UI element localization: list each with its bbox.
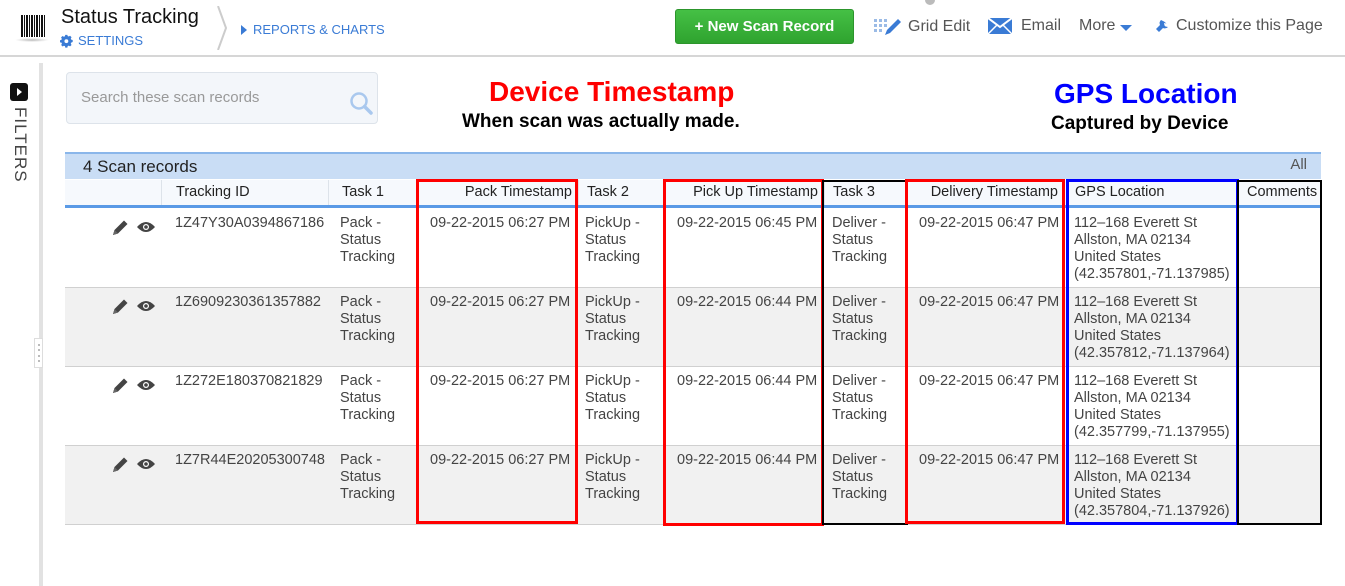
column-header-task-1[interactable]: Task 1: [328, 180, 416, 205]
delivery-timestamp-cell: 09-22-2015 06:47 PM: [919, 215, 1060, 231]
tracking-id-cell[interactable]: 1Z6909230361357882: [175, 294, 321, 311]
email-button[interactable]: Email: [988, 17, 1061, 35]
gear-icon: [60, 34, 73, 48]
grid-header-row: Tracking ID Task 1 Pack Timestamp Task 2…: [65, 180, 1321, 208]
column-header-task-2[interactable]: Task 2: [578, 180, 664, 205]
expand-play-icon: [10, 83, 28, 101]
column-header-task-3[interactable]: Task 3: [824, 180, 906, 205]
tracking-id-cell[interactable]: 1Z47Y30A0394867186: [175, 215, 324, 232]
task-2-cell: PickUp - Status Tracking: [585, 215, 641, 265]
gps-location-cell: 112–168 Everett St Allston, MA 02134 Uni…: [1074, 373, 1230, 440]
pencil-icon[interactable]: [112, 219, 129, 236]
search-icon[interactable]: [348, 90, 374, 116]
column-header-pickup-timestamp[interactable]: Pick Up Timestamp: [664, 180, 824, 205]
task-3-cell: Deliver - Status Tracking: [832, 373, 888, 423]
task-1-cell: Pack - Status Tracking: [340, 215, 396, 265]
new-scan-record-button[interactable]: + New Scan Record: [675, 9, 854, 44]
breadcrumb-divider: [217, 6, 228, 50]
app-title: Status Tracking: [61, 6, 199, 28]
task-2-cell: PickUp - Status Tracking: [585, 452, 641, 502]
task-1-cell: Pack - Status Tracking: [340, 294, 396, 344]
column-header-comments[interactable]: Comments: [1238, 180, 1321, 205]
tracking-id-cell[interactable]: 1Z7R44E20205300748: [175, 452, 325, 469]
pack-timestamp-cell: 09-22-2015 06:27 PM: [430, 373, 571, 389]
eye-icon[interactable]: [137, 221, 155, 233]
gps-location-cell: 112–168 Everett St Allston, MA 02134 Uni…: [1074, 294, 1230, 361]
sidebar-resize-handle[interactable]: [34, 338, 43, 368]
filters-label: FILTERS: [11, 107, 30, 183]
table-row: 1Z7R44E20205300748 Pack - Status Trackin…: [65, 446, 1321, 525]
gps-location-annotation-title: GPS Location: [1054, 78, 1238, 109]
envelope-icon: [988, 18, 1012, 34]
table-row: 1Z6909230361357882 Pack - Status Trackin…: [65, 288, 1321, 367]
sidebar-rail: [39, 63, 43, 586]
pickup-timestamp-cell: 09-22-2015 06:44 PM: [677, 373, 818, 389]
reports-label: REPORTS & CHARTS: [253, 22, 385, 37]
email-label: Email: [1021, 17, 1062, 34]
eye-icon[interactable]: [137, 300, 155, 312]
task-3-cell: Deliver - Status Tracking: [832, 215, 888, 265]
eye-icon[interactable]: [137, 379, 155, 391]
task-2-cell: PickUp - Status Tracking: [585, 294, 641, 344]
task-1-cell: Pack - Status Tracking: [340, 373, 396, 423]
pack-timestamp-cell: 09-22-2015 06:27 PM: [430, 215, 571, 231]
pickup-timestamp-cell: 09-22-2015 06:44 PM: [677, 294, 818, 310]
column-header-gps-location[interactable]: GPS Location: [1064, 180, 1238, 205]
records-count: 4 Scan records: [83, 157, 198, 176]
pin-indicator: [925, 0, 935, 5]
table-row: 1Z272E180370821829 Pack - Status Trackin…: [65, 367, 1321, 446]
device-timestamp-annotation-subtitle: When scan was actually made.: [462, 111, 740, 132]
grid-edit-icon: [874, 19, 901, 35]
column-header-actions: [65, 180, 161, 205]
column-header-tracking-id[interactable]: Tracking ID: [161, 180, 328, 205]
column-header-delivery-timestamp[interactable]: Delivery Timestamp: [906, 180, 1064, 205]
delivery-timestamp-cell: 09-22-2015 06:47 PM: [919, 373, 1060, 389]
tracking-id-cell[interactable]: 1Z272E180370821829: [175, 373, 323, 390]
chevron-down-icon: [1120, 24, 1133, 31]
pickup-timestamp-cell: 09-22-2015 06:45 PM: [677, 215, 818, 231]
column-header-pack-timestamp[interactable]: Pack Timestamp: [416, 180, 578, 205]
caret-right-icon: [241, 24, 247, 35]
barcode-icon: [21, 15, 45, 37]
delivery-timestamp-cell: 09-22-2015 06:47 PM: [919, 294, 1060, 310]
show-all-link[interactable]: All: [1290, 156, 1307, 173]
eye-icon[interactable]: [137, 458, 155, 470]
table-row: 1Z47Y30A0394867186 Pack - Status Trackin…: [65, 209, 1321, 288]
gps-location-cell: 112–168 Everett St Allston, MA 02134 Uni…: [1074, 215, 1230, 282]
delivery-timestamp-cell: 09-22-2015 06:47 PM: [919, 452, 1060, 468]
search-input[interactable]: [81, 89, 341, 106]
top-header: Status Tracking SETTINGS REPORTS & CHART…: [0, 0, 1345, 57]
wrench-icon: [1156, 20, 1168, 32]
gps-location-cell: 112–168 Everett St Allston, MA 02134 Uni…: [1074, 452, 1230, 519]
pencil-icon[interactable]: [112, 377, 129, 394]
customize-page-button[interactable]: Customize this Page: [1153, 17, 1323, 35]
reports-charts-link[interactable]: REPORTS & CHARTS: [241, 22, 385, 37]
settings-label: SETTINGS: [78, 33, 144, 48]
more-label: More: [1079, 17, 1116, 34]
customize-label: Customize this Page: [1176, 17, 1323, 34]
pickup-timestamp-cell: 09-22-2015 06:44 PM: [677, 452, 818, 468]
gps-location-annotation-subtitle: Captured by Device: [1051, 113, 1229, 134]
pencil-icon[interactable]: [112, 456, 129, 473]
task-3-cell: Deliver - Status Tracking: [832, 452, 888, 502]
pack-timestamp-cell: 09-22-2015 06:27 PM: [430, 452, 571, 468]
grid-edit-label: Grid Edit: [908, 18, 971, 35]
device-timestamp-annotation-title: Device Timestamp: [489, 76, 735, 107]
task-1-cell: Pack - Status Tracking: [340, 452, 396, 502]
more-dropdown[interactable]: More: [1079, 17, 1133, 35]
grid-edit-button[interactable]: Grid Edit: [873, 17, 970, 37]
pack-timestamp-cell: 09-22-2015 06:27 PM: [430, 294, 571, 310]
records-summary-bar: 4 Scan records All: [65, 152, 1321, 179]
pencil-icon[interactable]: [112, 298, 129, 315]
filters-panel-toggle[interactable]: FILTERS: [0, 63, 38, 586]
search-box: [66, 72, 378, 124]
settings-link[interactable]: SETTINGS: [60, 33, 143, 48]
task-3-cell: Deliver - Status Tracking: [832, 294, 888, 344]
logo-shadow: [15, 38, 49, 42]
task-2-cell: PickUp - Status Tracking: [585, 373, 641, 423]
